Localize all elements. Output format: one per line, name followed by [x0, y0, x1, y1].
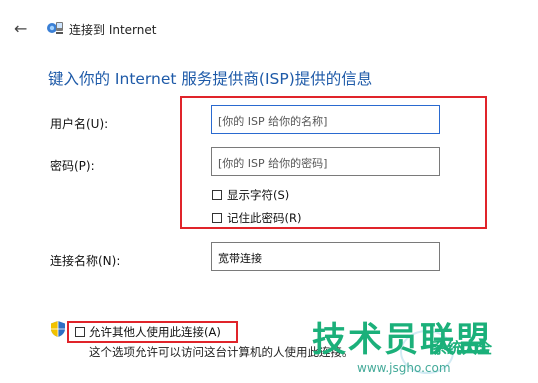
username-placeholder: [你的 ISP 给你的名称] — [218, 115, 328, 128]
connection-name-input[interactable]: 宽带连接 — [211, 242, 440, 271]
connection-name-label: 连接名称(N): — [50, 254, 121, 268]
watermark-url: www.jsgho.com — [357, 361, 451, 375]
password-label: 密码(P): — [50, 159, 95, 173]
username-label: 用户名(U): — [50, 117, 109, 131]
back-arrow-icon[interactable]: ← — [14, 20, 27, 38]
window-title: 连接到 Internet — [69, 23, 157, 37]
password-placeholder: [你的 ISP 给你的密码] — [218, 157, 328, 170]
shield-icon — [51, 321, 65, 337]
watermark-secondary: 系统大全 — [432, 339, 493, 357]
connection-name-value: 宽带连接 — [218, 252, 262, 265]
allow-others-label[interactable]: 允许其他人使用此连接(A) — [89, 324, 221, 340]
page-heading: 键入你的 Internet 服务提供商(ISP)提供的信息 — [48, 70, 373, 88]
remember-password-label[interactable]: 记住此密码(R) — [227, 210, 301, 226]
show-characters-label[interactable]: 显示字符(S) — [227, 187, 289, 203]
username-input[interactable]: [你的 ISP 给你的名称] — [211, 105, 440, 134]
remember-password-checkbox[interactable] — [212, 213, 222, 223]
show-characters-checkbox[interactable] — [212, 190, 222, 200]
allow-others-checkbox[interactable] — [75, 327, 85, 337]
network-icon — [47, 22, 63, 34]
password-input[interactable]: [你的 ISP 给你的密码] — [211, 147, 440, 176]
